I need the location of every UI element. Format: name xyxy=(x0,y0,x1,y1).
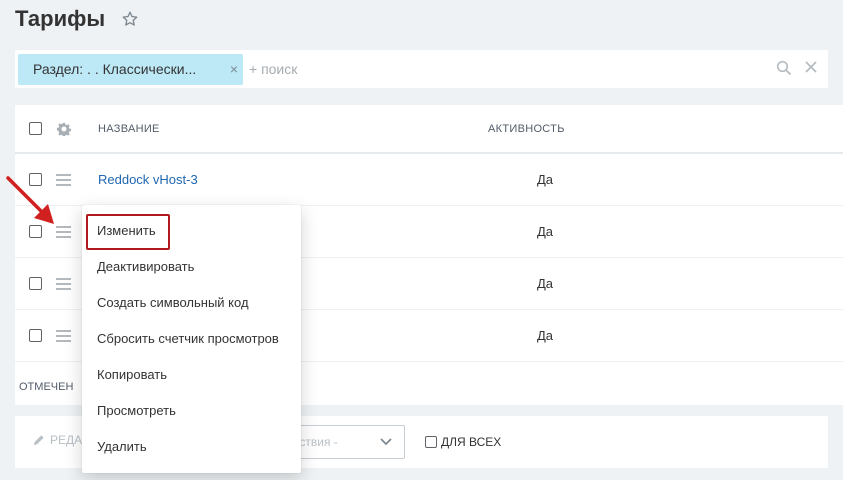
chip-close-icon[interactable]: × xyxy=(230,61,238,77)
for-all-label: для всех xyxy=(441,435,502,449)
search-icon[interactable] xyxy=(776,60,792,76)
gear-icon[interactable] xyxy=(57,122,71,136)
row-context-menu: Изменить Деактивировать Создать символьн… xyxy=(82,205,301,473)
column-header-name[interactable]: Название xyxy=(98,123,160,135)
search-input[interactable]: + поиск xyxy=(249,61,297,77)
drag-handle-icon[interactable] xyxy=(56,330,71,345)
filter-chip-section[interactable]: Раздел: . . Классически... × xyxy=(18,53,243,85)
drag-handle-icon[interactable] xyxy=(56,278,71,293)
page-title: Тарифы xyxy=(15,6,139,32)
for-all-checkbox[interactable] xyxy=(425,436,437,448)
row-active-value: Да xyxy=(537,172,554,187)
filter-bar[interactable]: Раздел: . . Классически... × + поиск xyxy=(15,50,828,88)
edit-button-label: Реда xyxy=(50,433,83,447)
arrow-pointer xyxy=(6,176,54,224)
menu-item-copy[interactable]: Копировать xyxy=(82,356,301,392)
column-header-active[interactable]: Активность xyxy=(488,123,565,135)
filter-chip-label: Раздел: . . Классически... xyxy=(33,61,197,77)
row-active-value: Да xyxy=(537,276,554,291)
menu-item-view[interactable]: Просмотреть xyxy=(82,392,301,428)
row-active-value: Да xyxy=(537,328,554,343)
chevron-down-icon xyxy=(380,438,392,446)
select-all-checkbox[interactable] xyxy=(29,122,42,135)
selected-count-label: Отмечен xyxy=(19,381,74,393)
page-title-text: Тарифы xyxy=(15,6,106,31)
row-checkbox[interactable] xyxy=(29,277,42,290)
grid-header: Название Активность xyxy=(15,105,843,154)
menu-item-create-symbolic-code[interactable]: Создать символьный код xyxy=(82,284,301,320)
menu-item-reset-view-counter[interactable]: Сбросить счетчик просмотров xyxy=(82,320,301,356)
row-active-value: Да xyxy=(537,224,554,239)
pencil-icon xyxy=(33,434,44,445)
row-name-link[interactable]: Reddock vHost-3 xyxy=(98,172,198,187)
star-icon[interactable] xyxy=(121,10,139,28)
table-row[interactable]: Reddock vHost-3 Да xyxy=(15,154,843,206)
for-all-toggle[interactable]: для всех xyxy=(425,435,501,449)
menu-item-deactivate[interactable]: Деактивировать xyxy=(82,248,301,284)
row-checkbox[interactable] xyxy=(29,329,42,342)
edit-button[interactable]: Реда xyxy=(32,433,82,447)
menu-item-edit[interactable]: Изменить xyxy=(82,212,301,250)
clear-icon[interactable] xyxy=(804,60,818,74)
menu-item-delete[interactable]: Удалить xyxy=(82,428,301,464)
